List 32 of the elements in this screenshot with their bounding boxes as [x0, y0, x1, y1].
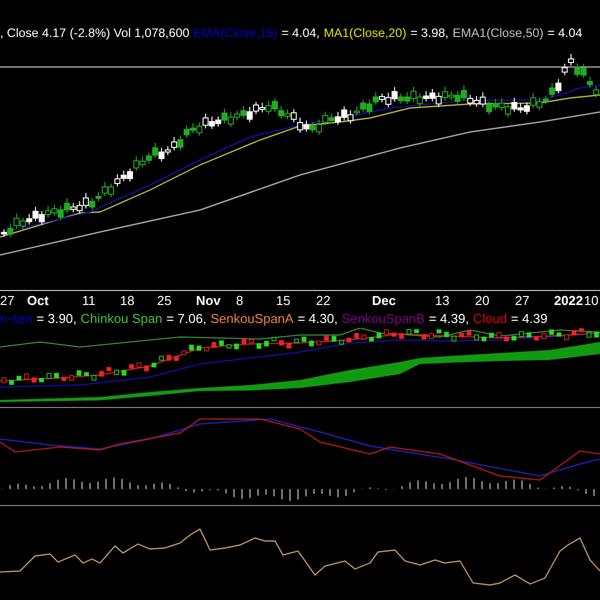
- legend-text: = 7.06,: [166, 310, 206, 328]
- legend-text: = 3.90,: [36, 310, 77, 328]
- date-label: 15: [276, 292, 290, 309]
- date-label: 27: [0, 292, 14, 309]
- date-label: 2022: [554, 292, 583, 309]
- date-label: 8: [236, 292, 244, 309]
- legend-text: , Close 4.17 (-2.8%) Vol 1,078,600: [0, 25, 190, 42]
- legend-text: = 4.04: [547, 25, 582, 42]
- date-label: Nov: [196, 292, 221, 309]
- legend-text: n-sen: [0, 310, 33, 328]
- date-label: 22: [316, 292, 330, 309]
- legend-text: MA1(Close,20): [324, 25, 406, 42]
- legend-text: = 4.39,: [428, 310, 469, 328]
- date-label: 13: [435, 292, 450, 309]
- legend-text: = 4.30,: [298, 310, 338, 328]
- legend-text: EMA(Close,15): [193, 25, 278, 42]
- date-label: 10: [584, 292, 598, 309]
- legend-text: EMA1(Close,50): [452, 25, 544, 42]
- legend-text: = 3.98,: [410, 25, 449, 42]
- date-label: 27: [515, 292, 530, 309]
- date-label: 20: [475, 292, 490, 309]
- legend-text: SenkouSpanA: [210, 310, 294, 328]
- legend-text: = 4.39: [510, 310, 548, 328]
- date-label: Oct: [27, 292, 49, 309]
- date-label: 25: [157, 292, 172, 309]
- date-label: 11: [82, 292, 96, 309]
- legend-text: Cloud: [472, 310, 507, 328]
- legend-text: = 4.04,: [281, 25, 320, 42]
- date-label: Dec: [372, 292, 396, 309]
- legend-text: Chinkou Span: [80, 310, 162, 328]
- legend-text: SenkouSpanB: [342, 310, 425, 328]
- date-label: 18: [120, 292, 134, 309]
